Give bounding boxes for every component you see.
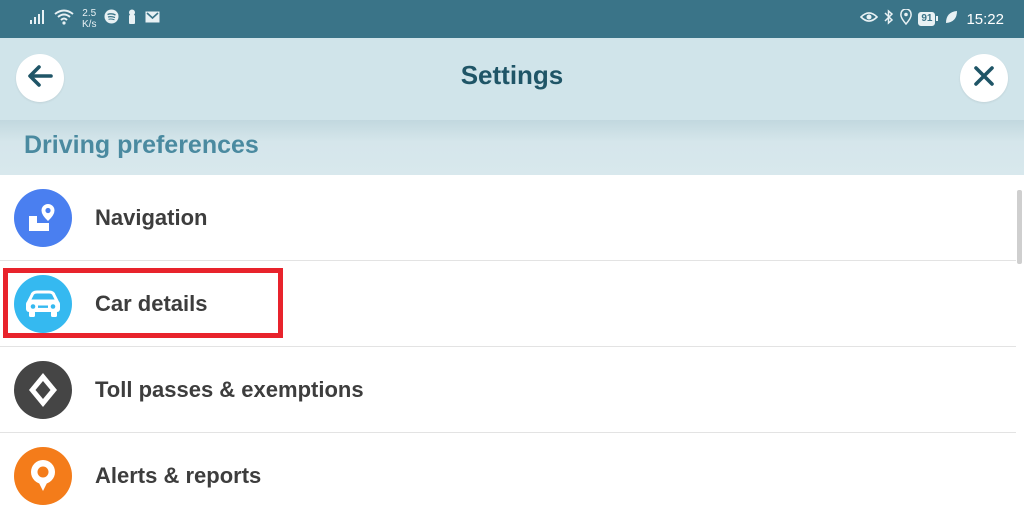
page-title: Settings xyxy=(460,60,564,90)
clock: 15:22 xyxy=(966,10,1004,28)
diamond-icon xyxy=(14,361,72,419)
list-item-alerts-reports[interactable]: Alerts & reports xyxy=(0,433,1016,512)
list-item-label: Alerts & reports xyxy=(95,463,262,488)
bluetooth-icon xyxy=(884,8,894,30)
notification-icon xyxy=(127,9,137,29)
signal-icon xyxy=(30,9,46,29)
report-pin-icon xyxy=(14,447,72,505)
header: Settings xyxy=(0,38,1024,120)
network-speed-unit: K/s xyxy=(82,19,97,30)
list-item-label: Navigation xyxy=(95,205,208,230)
list-item-toll-passes[interactable]: Toll passes & exemptions xyxy=(0,347,1016,433)
gmail-icon xyxy=(145,10,160,28)
status-bar-left: 2.5 K/s xyxy=(30,0,160,38)
close-button[interactable] xyxy=(960,54,1008,102)
spotify-icon xyxy=(104,9,119,29)
list-item-label: Toll passes & exemptions xyxy=(95,377,364,402)
wifi-icon xyxy=(54,9,74,30)
list-item-navigation[interactable]: Navigation xyxy=(0,175,1016,261)
status-bar-right: 91 15:22 xyxy=(860,0,1004,38)
highlight-box xyxy=(3,268,283,338)
status-bar: 2.5 K/s 91 15:22 xyxy=(0,0,1024,38)
section-title: Driving preferences xyxy=(24,131,259,159)
network-speed: 2.5 K/s xyxy=(82,8,96,30)
map-pin-icon xyxy=(14,189,72,247)
leaf-icon xyxy=(945,10,958,29)
location-icon xyxy=(900,7,913,30)
close-icon xyxy=(973,65,995,92)
section-header: Driving preferences xyxy=(0,120,1024,175)
eye-icon xyxy=(860,10,879,29)
network-speed-value: 2.5 xyxy=(82,8,97,19)
scrollbar[interactable] xyxy=(1017,190,1022,264)
battery-icon: 91 xyxy=(918,12,939,26)
